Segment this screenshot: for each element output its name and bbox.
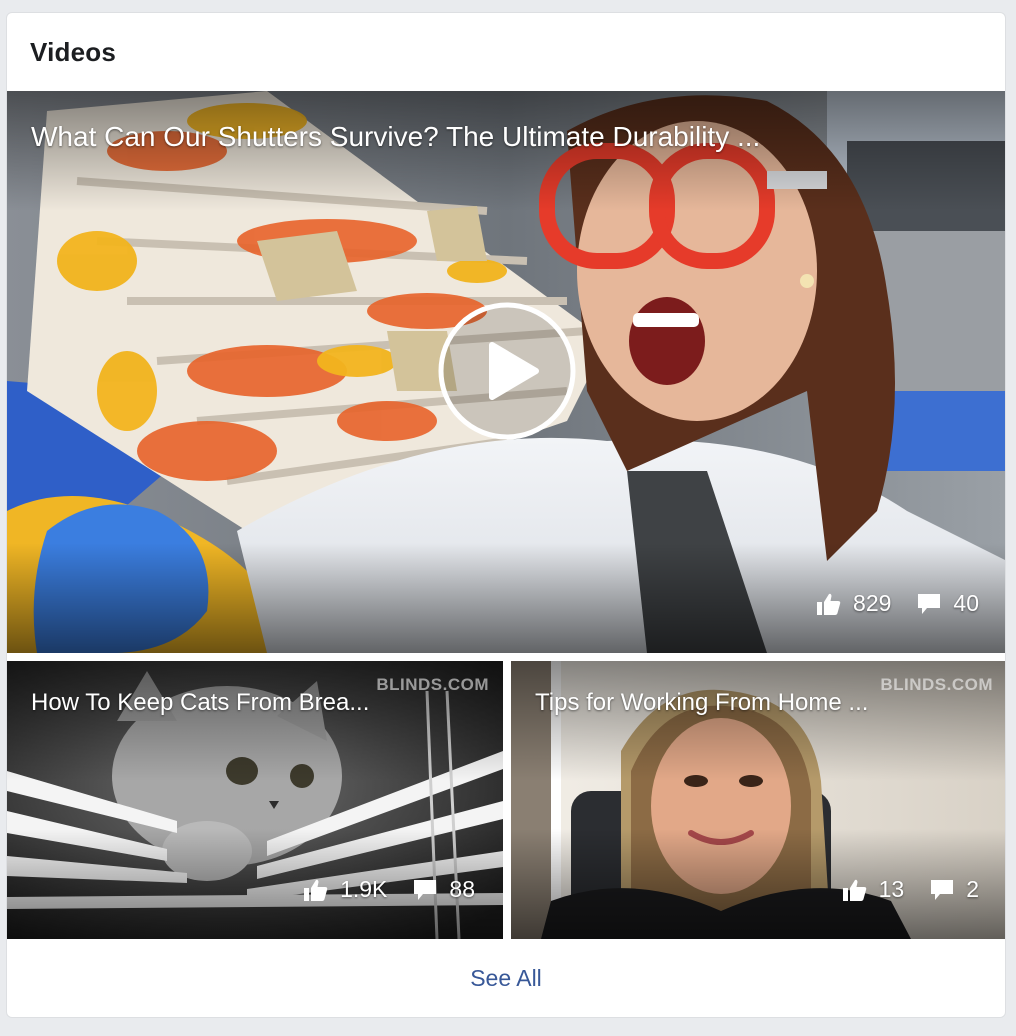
- comment-count-value: 88: [449, 876, 475, 902]
- thumbs-up-icon: [817, 593, 841, 615]
- thumbs-up-icon: [842, 879, 866, 901]
- comment-bubble-icon: [918, 593, 941, 614]
- video-watermark: BLINDS.COM: [376, 675, 489, 694]
- thumbs-up-icon: [304, 879, 328, 901]
- featured-video-stats: 829 40: [817, 590, 979, 617]
- comment-count: 88: [413, 876, 475, 903]
- comment-count: 2: [930, 876, 979, 903]
- like-count-value: 829: [853, 590, 892, 616]
- featured-video-title[interactable]: What Can Our Shutters Survive? The Ultim…: [31, 121, 760, 153]
- video-card-working-from-home[interactable]: BLINDS.COM Tips for Working From Home ..…: [511, 661, 1005, 939]
- see-all-link[interactable]: See All: [7, 965, 1005, 992]
- video-stats: 13 2: [842, 876, 979, 903]
- comment-count-value: 40: [953, 590, 979, 616]
- comment-bubble-icon: [931, 879, 954, 900]
- featured-video[interactable]: What Can Our Shutters Survive? The Ultim…: [7, 91, 1005, 653]
- like-count: 829: [817, 590, 891, 617]
- comment-bubble-icon: [414, 879, 437, 900]
- videos-card: Videos What Can Our Shutters Survive? Th…: [6, 12, 1006, 1018]
- like-count-value: 13: [878, 876, 905, 902]
- video-title[interactable]: Tips for Working From Home ...: [535, 689, 868, 717]
- video-title[interactable]: How To Keep Cats From Brea...: [31, 689, 369, 717]
- video-card-cats[interactable]: BLINDS.COM How To Keep Cats From Brea...…: [7, 661, 503, 939]
- comment-count-value: 2: [966, 876, 979, 902]
- comment-count: 40: [917, 590, 979, 617]
- card-title: Videos: [30, 37, 116, 67]
- play-icon[interactable]: [437, 301, 577, 441]
- video-watermark: BLINDS.COM: [880, 675, 993, 694]
- like-count: 13: [842, 876, 905, 903]
- like-count-value: 1.9K: [340, 876, 388, 902]
- video-stats: 1.9K 88: [304, 876, 475, 903]
- like-count: 1.9K: [304, 876, 387, 903]
